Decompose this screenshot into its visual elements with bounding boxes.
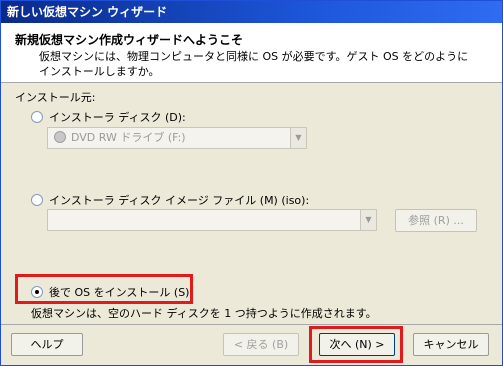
wizard-header: 新規仮想マシン作成ウィザードへようこそ 仮想マシンには、物理コンピュータと同様に… xyxy=(1,23,502,83)
window-titlebar[interactable]: 新しい仮想マシン ウィザード xyxy=(1,1,502,23)
highlight-install-later xyxy=(15,274,193,304)
back-button[interactable]: < 戻る (B) xyxy=(223,333,299,356)
disc-drive-select-value: DVD RW ドライブ (F:) xyxy=(71,131,186,144)
radio-indicator[interactable] xyxy=(31,194,43,206)
radio-disc-image-label: インストーラ ディスク イメージ ファイル (M) (iso): xyxy=(49,194,310,207)
header-description: 仮想マシンには、物理コンピュータと同様に OS が必要です。ゲスト OS をどの… xyxy=(39,50,469,78)
help-button[interactable]: ヘルプ xyxy=(11,333,83,356)
header-title: 新規仮想マシン作成ウィザードへようこそ xyxy=(15,33,244,47)
wizard-window: 新しい仮想マシン ウィザード 新規仮想マシン作成ウィザードへようこそ 仮想マシン… xyxy=(0,0,503,366)
highlight-next xyxy=(309,326,403,363)
dvd-drive-icon xyxy=(54,131,66,143)
browse-button[interactable]: 参照 (R) ... xyxy=(395,209,477,232)
footer-divider xyxy=(1,324,502,325)
radio-indicator[interactable] xyxy=(31,111,43,123)
chevron-down-icon[interactable]: ▼ xyxy=(360,210,376,230)
radio-installer-disc-label: インストーラ ディスク (D): xyxy=(49,111,186,124)
empty-disk-note: 仮想マシンは、空のハード ディスクを 1 つ持つように作成されます。 xyxy=(31,307,377,320)
disc-image-path-combobox[interactable]: ▼ xyxy=(47,209,377,231)
disc-drive-select[interactable]: DVD RW ドライブ (F:) ▼ xyxy=(47,127,307,149)
radio-disc-image[interactable]: インストーラ ディスク イメージ ファイル (M) (iso): xyxy=(31,192,309,208)
chevron-down-icon[interactable]: ▼ xyxy=(290,128,306,148)
radio-installer-disc[interactable]: インストーラ ディスク (D): xyxy=(31,109,186,125)
cancel-button[interactable]: キャンセル xyxy=(413,333,489,356)
install-source-label: インストール元: xyxy=(15,91,96,104)
window-title: 新しい仮想マシン ウィザード xyxy=(7,5,168,19)
